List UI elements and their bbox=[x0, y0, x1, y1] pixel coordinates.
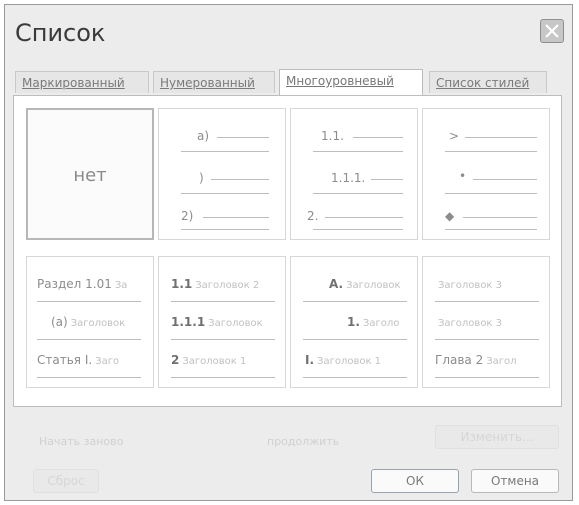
tab-list-styles[interactable]: Список стилей bbox=[429, 71, 547, 93]
level-2-marker: ) bbox=[199, 171, 204, 185]
tab-multilevel[interactable]: Многоуровневый bbox=[279, 69, 423, 95]
title-bar: Список bbox=[5, 5, 572, 53]
list-option-a-paren[interactable]: а) ) 2) bbox=[158, 108, 286, 240]
heading-sample: 2 Заголовок 1 bbox=[171, 353, 247, 367]
tab-bar: Маркированный Нумерованный Многоуровневы… bbox=[15, 69, 565, 95]
level-line bbox=[181, 151, 269, 152]
level-line bbox=[181, 229, 269, 230]
reset-button[interactable]: Сброс bbox=[33, 469, 99, 493]
level-line bbox=[435, 301, 539, 302]
dialog-title: Список bbox=[15, 19, 106, 47]
tab-bulleted[interactable]: Маркированный bbox=[15, 71, 149, 93]
heading-sample: Раздел 1.01 За bbox=[37, 277, 128, 291]
restart-numbering-option[interactable]: Начать заново bbox=[39, 435, 123, 448]
list-option-1-1[interactable]: 1.1. 1.1.1. 2. bbox=[290, 108, 418, 240]
dot-bullet-icon: • bbox=[459, 169, 467, 183]
diamond-bullet-icon: ◆ bbox=[445, 209, 455, 223]
level-line bbox=[325, 217, 403, 218]
heading-sample: (а) Заголовок bbox=[51, 315, 126, 329]
heading-sample: 1. Заголо bbox=[347, 315, 400, 329]
heading-sample: Глава 2 Загол bbox=[435, 353, 517, 367]
list-option-outline[interactable]: A. Заголовок 1. Заголо I. Заголовок 1 bbox=[290, 256, 418, 388]
level-line bbox=[217, 137, 269, 138]
level-1-marker: 2) bbox=[181, 209, 194, 223]
none-label: нет bbox=[73, 165, 107, 186]
continue-numbering-option[interactable]: продолжить bbox=[267, 435, 339, 448]
close-button[interactable] bbox=[540, 19, 564, 43]
list-option-none[interactable]: нет bbox=[26, 108, 154, 240]
level-line bbox=[303, 377, 407, 378]
level-line bbox=[353, 137, 403, 138]
list-option-chapter[interactable]: Заголовок 3 Заголовок 3 Глава 2 Загол bbox=[422, 256, 550, 388]
level-line bbox=[313, 193, 403, 194]
level-line bbox=[37, 301, 141, 302]
tab-numbered[interactable]: Нумерованный bbox=[153, 71, 275, 93]
level-line bbox=[445, 229, 537, 230]
level-line bbox=[445, 193, 537, 194]
heading-sample: 1.1 Заголовок 2 bbox=[171, 277, 260, 291]
level-line bbox=[313, 151, 403, 152]
level-3-marker: 1.1.1. bbox=[331, 171, 366, 185]
cancel-button[interactable]: Отмена bbox=[471, 469, 559, 493]
level-line bbox=[371, 179, 403, 180]
heading-sample: Статья I. Заго bbox=[37, 353, 120, 367]
change-button[interactable]: Изменить... bbox=[435, 425, 559, 449]
heading-sample: Заголовок 3 bbox=[438, 318, 503, 329]
level-line bbox=[435, 377, 539, 378]
level-line bbox=[303, 339, 407, 340]
level-line bbox=[473, 179, 537, 180]
level-1-marker: 2. bbox=[307, 209, 319, 223]
list-option-bullets[interactable]: > • ◆ bbox=[422, 108, 550, 240]
level-2-marker: 1.1. bbox=[321, 129, 344, 143]
level-line bbox=[435, 339, 539, 340]
ok-button[interactable]: ОК bbox=[371, 469, 459, 493]
level-line bbox=[463, 217, 537, 218]
level-line bbox=[445, 151, 537, 152]
heading-sample: I. Заголовок 1 bbox=[305, 353, 382, 367]
heading-sample: Заголовок 3 bbox=[438, 280, 503, 291]
level-line bbox=[37, 377, 141, 378]
level-line bbox=[181, 193, 269, 194]
level-line bbox=[211, 179, 269, 180]
level-line bbox=[313, 229, 403, 230]
arrow-bullet-icon: > bbox=[449, 129, 460, 143]
list-option-numbered-headings[interactable]: 1.1 Заголовок 2 1.1.1 Заголовок 2 Заголовок… bbox=[158, 256, 286, 388]
heading-sample: 1.1.1 Заголовок bbox=[171, 315, 263, 329]
list-option-section[interactable]: Раздел 1.01 За (а) Заголовок Статья I. Заго bbox=[26, 256, 154, 388]
level-line bbox=[37, 339, 141, 340]
multilevel-gallery: нет а) ) 2) 1.1. 1.1.1. 2. > • ◆ Раздел … bbox=[13, 95, 562, 407]
level-line bbox=[171, 339, 275, 340]
level-line bbox=[203, 217, 269, 218]
heading-sample: A. Заголовок bbox=[329, 277, 401, 291]
list-dialog: Список Маркированный Нумерованный Многоу… bbox=[4, 4, 573, 501]
level-line bbox=[465, 137, 537, 138]
level-line bbox=[171, 301, 275, 302]
level-line bbox=[303, 301, 407, 302]
level-line bbox=[171, 377, 275, 378]
close-icon bbox=[545, 24, 559, 38]
level-1-marker: а) bbox=[197, 129, 210, 143]
